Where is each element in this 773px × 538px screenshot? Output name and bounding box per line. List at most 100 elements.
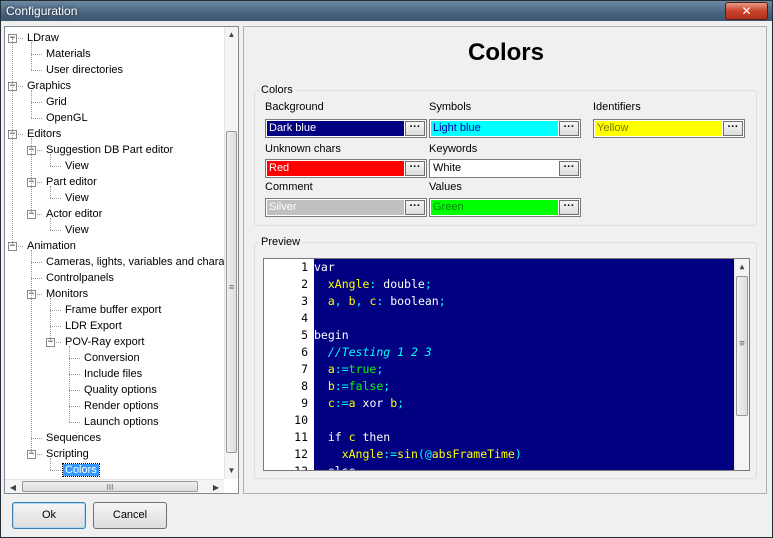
values-pick-button[interactable]: ··· [559,200,579,215]
identifiers-color-value: Yellow [595,121,722,136]
symbols-label: Symbols [429,101,472,113]
code-line: 9 c:=a xor b; [264,395,734,412]
values-color-field[interactable]: Green ··· [429,198,581,217]
comment-color-field[interactable]: Silver ··· [265,198,427,217]
ok-button[interactable]: Ok [12,502,86,529]
tree-item[interactable]: View [63,222,91,238]
tree-item[interactable]: Cameras, lights, variables and chara [44,254,224,270]
preview-scroll-up-icon[interactable]: ▲ [735,259,749,275]
code-token: , [334,294,342,308]
scroll-down-icon[interactable]: ▼ [225,463,238,479]
values-color-value: Green [431,200,558,215]
code-token: a [327,294,335,308]
code-line: 1 var [264,259,734,276]
close-button[interactable]: ✕ [725,2,768,20]
code-preview-editor[interactable]: 1 var 2 xAngle: double; 3 a, b, c: boolean;… [263,258,750,471]
tree-connector [31,262,42,263]
close-icon: ✕ [741,4,752,18]
symbols-pick-button[interactable]: ··· [559,121,579,136]
code-text: begin [314,327,349,344]
identifiers-color-field[interactable]: Yellow ··· [593,119,745,138]
keywords-pick-button[interactable]: ··· [559,161,579,176]
code-line: 3 a, b, c: boolean; [264,293,734,310]
code-line: 12 xAngle:=sin(@absFrameTime) [264,446,734,463]
line-number: 12 [294,447,308,461]
tree-connector [69,374,80,375]
keywords-color-field[interactable]: White ··· [429,159,581,178]
scroll-up-icon[interactable]: ▲ [225,27,238,43]
tree-item-label: Scripting [46,448,89,460]
tree-connector [50,326,61,327]
preview-scroll-thumb[interactable]: ≡ [736,276,748,416]
code-token: , [355,294,363,308]
scroll-left-icon[interactable]: ◀ [5,480,21,493]
tree-item-label: Actor editor [46,208,103,220]
comment-pick-button[interactable]: ··· [405,200,425,215]
code-token: true [348,362,377,376]
code-text: else [314,463,356,470]
tree-item-label: Launch options [84,416,159,428]
cancel-button[interactable]: Cancel [93,502,167,529]
tree-scroll-thumb[interactable]: ≡ [226,131,237,453]
scroll-right-icon[interactable]: ▶ [208,480,224,493]
tree-item[interactable]: View [63,158,91,174]
tree-item[interactable]: Launch options [82,414,161,430]
code-token: c [348,430,356,444]
tree-item[interactable]: Grid [44,94,69,110]
unknown-chars-color-value: Red [267,161,404,176]
background-pick-button[interactable]: ··· [405,121,425,136]
code-token: := [334,379,349,393]
symbols-color-field[interactable]: Light blue ··· [429,119,581,138]
tree-item[interactable]: Include files [82,366,144,382]
tree-connector [50,154,51,166]
line-number: 7 [301,362,308,376]
line-number: 6 [301,345,308,359]
code-token: := [334,396,349,410]
code-token: (@ [417,447,432,461]
tree-horizontal-scrollbar[interactable]: ◀ III ▶ [5,479,224,493]
tree-vertical-scrollbar[interactable]: ▲ ≡ ▼ [224,27,238,479]
tree-item[interactable]: View [63,190,91,206]
tree-item[interactable]: Materials [44,46,93,62]
tree-item[interactable]: Actor editor [44,206,104,222]
identifiers-pick-button[interactable]: ··· [723,121,743,136]
tree-item-label: Quality options [84,384,157,396]
tree-connector [31,54,42,55]
tree-item[interactable]: Controlpanels [44,270,116,286]
tree-connector [50,186,51,198]
preview-group: Preview 1 var 2 xAngle: double; 3 a, b, c: … [254,236,757,479]
code-token: xAngle [341,447,384,461]
tree-item[interactable]: LDR Export [63,318,124,334]
line-number: 2 [301,277,308,291]
tree-item[interactable]: Part editor [44,174,99,190]
unknown-chars-pick-button[interactable]: ··· [405,161,425,176]
tree-item[interactable]: Scripting [44,446,91,462]
title-bar[interactable]: Configuration ✕ [1,1,772,21]
tree-item[interactable]: Conversion [82,350,142,366]
unknown-chars-color-field[interactable]: Red ··· [265,159,427,178]
tree-connector [50,166,61,167]
tree-item[interactable]: Render options [82,398,161,414]
code-token: c [362,294,377,308]
line-number: 4 [301,311,308,325]
code-token: ; [438,294,446,308]
tree-item[interactable]: User directories [44,62,125,78]
tree-item[interactable]: Frame buffer export [63,302,163,318]
code-token: if [327,430,349,444]
tree-item[interactable]: Sequences [44,430,103,446]
tree-item[interactable]: Graphics [25,78,73,94]
tree-item[interactable]: Animation [25,238,78,254]
preview-vertical-scrollbar[interactable]: ▲ ≡ [734,259,749,470]
tree-hscroll-thumb[interactable]: III [22,481,198,492]
tree-item[interactable]: Quality options [82,382,159,398]
tree-item[interactable]: Suggestion DB Part editor [44,142,175,158]
tree-item-label: User directories [46,64,124,76]
code-token: b [327,379,335,393]
background-color-field[interactable]: Dark blue ··· [265,119,427,138]
tree-item[interactable]: POV-Ray export [63,334,146,350]
tree-item[interactable]: Colors [62,462,100,478]
tree-item[interactable]: OpenGL [44,110,90,126]
